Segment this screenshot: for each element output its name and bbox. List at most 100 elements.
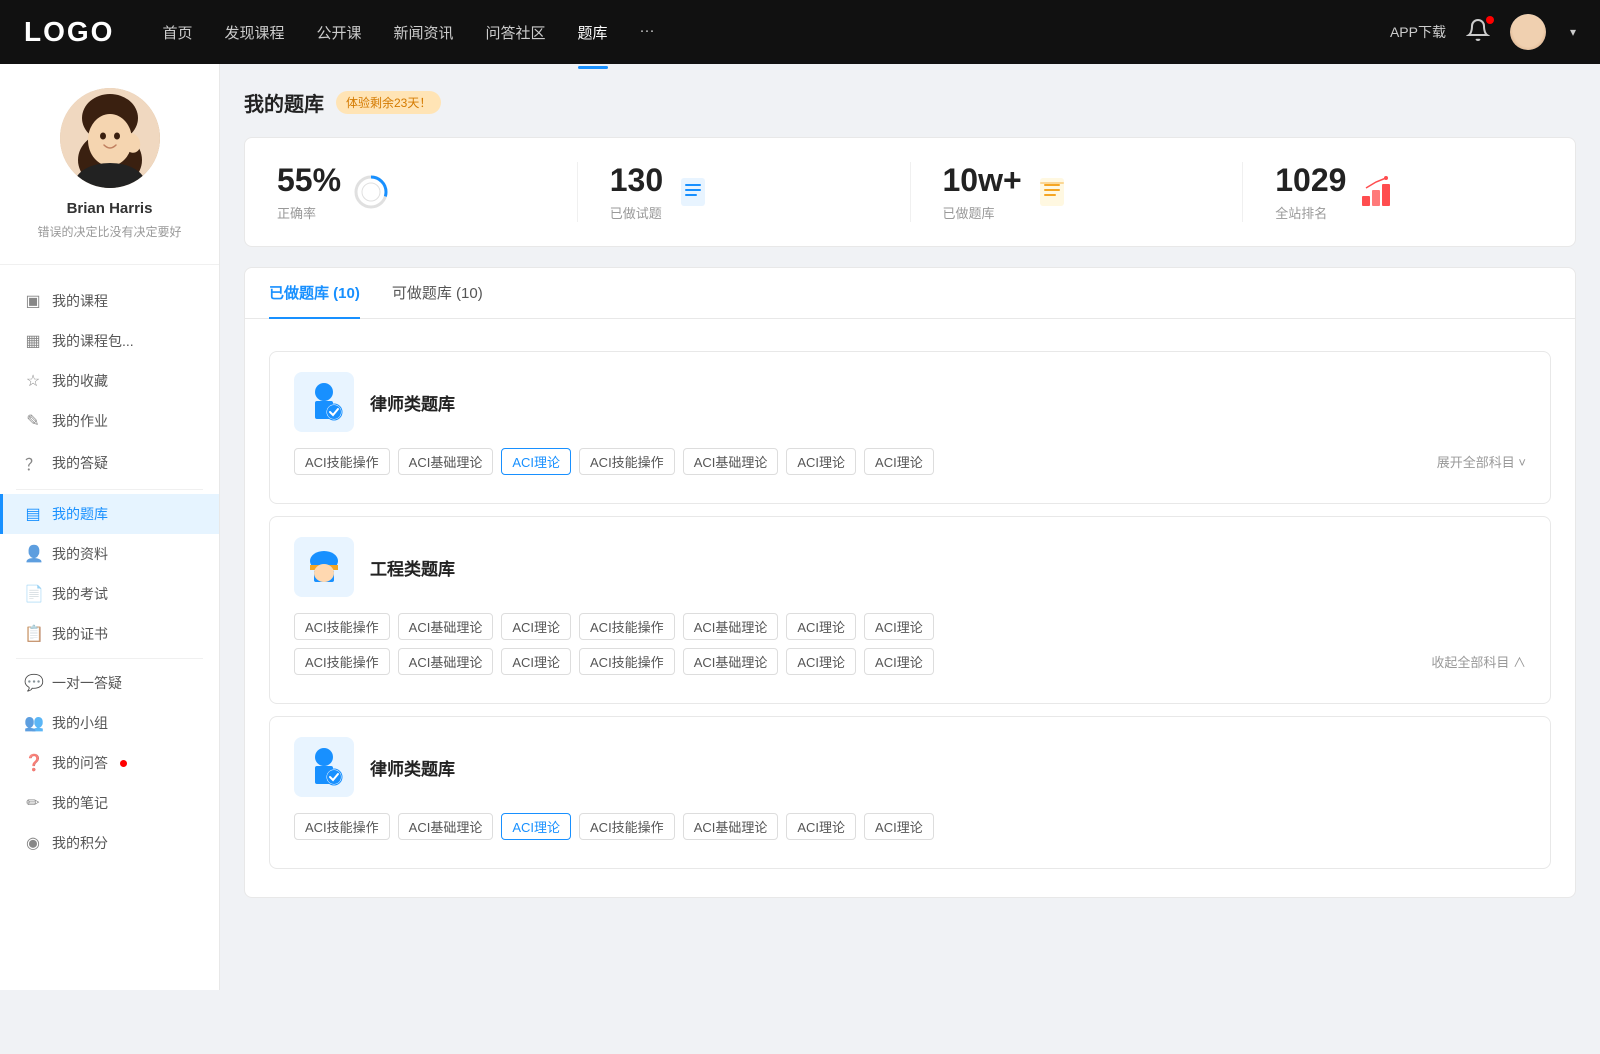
sidebar: Brian Harris 错误的决定比没有决定要好 ▣ 我的课程 ▦ 我的课程包… xyxy=(0,64,220,990)
tag-item[interactable]: ACI技能操作 xyxy=(294,613,390,640)
tag-item[interactable]: ACI理论 xyxy=(501,613,571,640)
sidebar-item-tutoring-label: 一对一答疑 xyxy=(52,673,122,693)
tab-done[interactable]: 已做题库 (10) xyxy=(269,268,360,319)
sidebar-item-profile[interactable]: 👤 我的资料 xyxy=(0,534,219,574)
nav-item-quiz[interactable]: 题库 xyxy=(578,18,608,47)
sidebar-item-points[interactable]: ◉ 我的积分 xyxy=(0,823,219,863)
bank2-title: 工程类题库 xyxy=(370,555,455,580)
tag-item[interactable]: ACI理论 xyxy=(501,648,571,675)
tag-item[interactable]: ACI技能操作 xyxy=(579,813,675,840)
tag-item[interactable]: ACI基础理论 xyxy=(683,813,779,840)
accuracy-value: 55% xyxy=(277,162,341,199)
tag-item[interactable]: ACI理论 xyxy=(864,648,934,675)
tag-item[interactable]: ACI基础理论 xyxy=(398,813,494,840)
tag-item[interactable]: ACI基础理论 xyxy=(398,613,494,640)
bank2-collapse[interactable]: 收起全部科目 ∧ xyxy=(1431,651,1526,674)
divider-1 xyxy=(16,489,203,490)
sidebar-item-exam[interactable]: 📄 我的考试 xyxy=(0,574,219,614)
avatar-illustration xyxy=(60,88,160,188)
tag-item[interactable]: ACI技能操作 xyxy=(294,813,390,840)
sidebar-item-points-label: 我的积分 xyxy=(52,833,108,853)
avatar-chevron[interactable]: ▾ xyxy=(1570,25,1576,39)
tabs-container: 已做题库 (10) 可做题库 (10) xyxy=(244,267,1576,898)
page-title: 我的题库 xyxy=(244,88,324,117)
sidebar-item-tutoring[interactable]: 💬 一对一答疑 xyxy=(0,663,219,703)
tag-item[interactable]: ACI基础理论 xyxy=(398,448,494,475)
sidebar-item-package[interactable]: ▦ 我的课程包... xyxy=(0,321,219,361)
tag-item[interactable]: ACI理论 xyxy=(786,613,856,640)
done-b-icon xyxy=(1034,174,1070,210)
tag-item[interactable]: ACI理论 xyxy=(864,613,934,640)
layout: Brian Harris 错误的决定比没有决定要好 ▣ 我的课程 ▦ 我的课程包… xyxy=(0,64,1600,990)
trial-badge: 体验剩余23天！ xyxy=(336,91,441,114)
bank2-header: 工程类题库 xyxy=(294,537,1526,597)
tag-item[interactable]: ACI技能操作 xyxy=(579,448,675,475)
group-icon: 👥 xyxy=(24,713,42,733)
tag-item[interactable]: ACI基础理论 xyxy=(683,613,779,640)
app-download-link[interactable]: APP下载 xyxy=(1390,22,1446,42)
tag-item-active[interactable]: ACI理论 xyxy=(501,813,571,840)
nav-item-opencourse[interactable]: 公开课 xyxy=(316,18,361,47)
tag-item[interactable]: ACI技能操作 xyxy=(579,648,675,675)
navbar: LOGO 首页 发现课程 公开课 新闻资讯 问答社区 题库 ··· APP下载 … xyxy=(0,0,1600,64)
tag-item[interactable]: ACI基础理论 xyxy=(683,648,779,675)
homework-icon: ✎ xyxy=(24,411,42,431)
sidebar-item-questions[interactable]: ？ 我的答疑 xyxy=(0,441,219,485)
sidebar-item-package-label: 我的课程包... xyxy=(52,331,134,351)
tag-item[interactable]: ACI技能操作 xyxy=(579,613,675,640)
sidebar-item-group-label: 我的小组 xyxy=(52,713,108,733)
tag-item[interactable]: ACI理论 xyxy=(786,813,856,840)
logo: LOGO xyxy=(24,16,114,48)
sidebar-item-quizbank-label: 我的题库 xyxy=(52,504,108,524)
tag-item[interactable]: ACI技能操作 xyxy=(294,448,390,475)
tag-item[interactable]: ACI理论 xyxy=(786,648,856,675)
sidebar-item-group[interactable]: 👥 我的小组 xyxy=(0,703,219,743)
done-q-value: 130 xyxy=(610,162,663,199)
accuracy-icon xyxy=(353,174,389,210)
tutoring-icon: 💬 xyxy=(24,673,42,693)
tag-item[interactable]: ACI理论 xyxy=(864,448,934,475)
tag-item[interactable]: ACI基础理论 xyxy=(683,448,779,475)
notification-bell[interactable] xyxy=(1466,18,1490,47)
nav-item-more[interactable]: ··· xyxy=(640,18,655,47)
accuracy-number-block: 55% 正确率 xyxy=(277,162,341,222)
tag-item[interactable]: ACI理论 xyxy=(786,448,856,475)
sidebar-item-course[interactable]: ▣ 我的课程 xyxy=(0,281,219,321)
sidebar-item-cert[interactable]: 📋 我的证书 xyxy=(0,614,219,654)
nav-item-qa[interactable]: 问答社区 xyxy=(486,18,546,47)
bank1-header: 律师类题库 xyxy=(294,372,1526,432)
nav-item-discover[interactable]: 发现课程 xyxy=(224,18,284,47)
navbar-right: APP下载 ▾ xyxy=(1390,14,1576,50)
bank-card-2: 工程类题库 ACI技能操作 ACI基础理论 ACI理论 ACI技能操作 ACI基… xyxy=(269,516,1551,704)
tab-available[interactable]: 可做题库 (10) xyxy=(392,268,483,319)
qa-dot xyxy=(120,760,127,767)
nav-item-home[interactable]: 首页 xyxy=(162,18,192,47)
profile-avatar xyxy=(60,88,160,188)
stat-done-banks: 10w+ 已做题库 xyxy=(911,162,1244,222)
nav-item-news[interactable]: 新闻资讯 xyxy=(394,18,454,47)
bank3-icon xyxy=(294,737,354,797)
rank-label: 全站排名 xyxy=(1275,203,1346,222)
bank3-tags: ACI技能操作 ACI基础理论 ACI理论 ACI技能操作 ACI基础理论 AC… xyxy=(294,813,1526,840)
rank-number-block: 1029 全站排名 xyxy=(1275,162,1346,222)
tag-item[interactable]: ACI理论 xyxy=(864,813,934,840)
sidebar-item-favorites[interactable]: ☆ 我的收藏 xyxy=(0,361,219,401)
cert-icon: 📋 xyxy=(24,624,42,644)
tag-item[interactable]: ACI技能操作 xyxy=(294,648,390,675)
notes-icon: ✏ xyxy=(24,793,42,813)
sidebar-item-notes[interactable]: ✏ 我的笔记 xyxy=(0,783,219,823)
bank3-header: 律师类题库 xyxy=(294,737,1526,797)
sidebar-item-qa-label: 我的问答 xyxy=(52,753,108,773)
sidebar-item-qa-posts[interactable]: ❓ 我的问答 xyxy=(0,743,219,783)
sidebar-item-cert-label: 我的证书 xyxy=(52,624,108,644)
tab-content: 律师类题库 ACI技能操作 ACI基础理论 ACI理论 ACI技能操作 ACI基… xyxy=(245,335,1575,897)
bank2-tags-row2: ACI技能操作 ACI基础理论 ACI理论 ACI技能操作 ACI基础理论 AC… xyxy=(294,648,1526,675)
sidebar-item-homework[interactable]: ✎ 我的作业 xyxy=(0,401,219,441)
bank1-expand[interactable]: 展开全部科目 ˅ xyxy=(1437,451,1526,474)
avatar[interactable] xyxy=(1510,14,1546,50)
sidebar-item-exam-label: 我的考试 xyxy=(52,584,108,604)
lawyer-svg-icon xyxy=(300,378,348,426)
sidebar-item-quizbank[interactable]: ▤ 我的题库 xyxy=(0,494,219,534)
tag-item-active[interactable]: ACI理论 xyxy=(501,448,571,475)
tag-item[interactable]: ACI基础理论 xyxy=(398,648,494,675)
